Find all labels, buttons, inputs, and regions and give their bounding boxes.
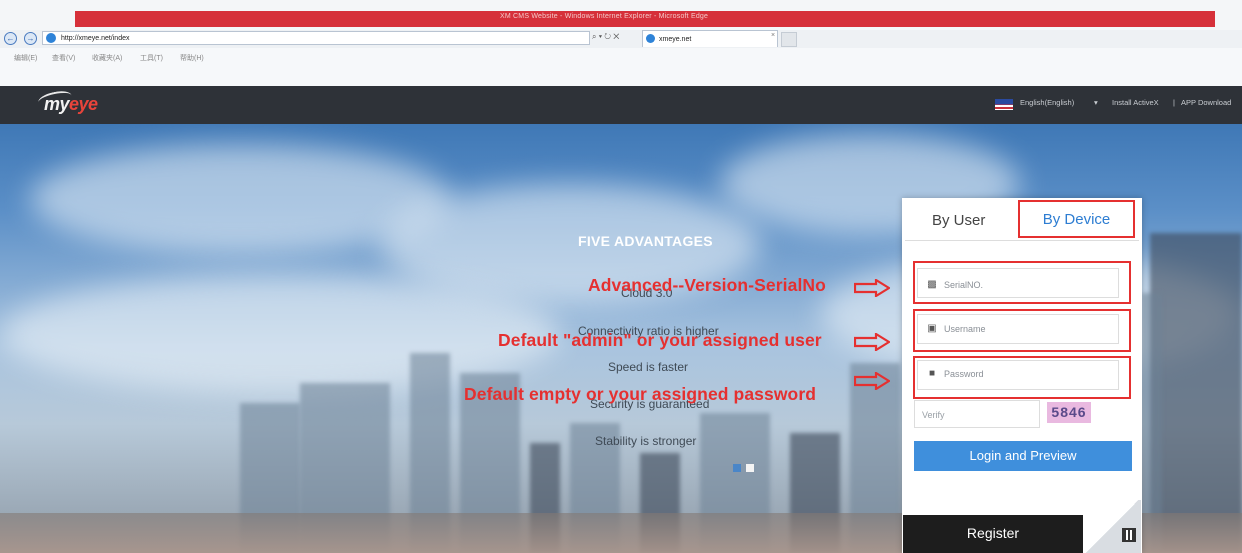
menu-item-favorites[interactable]: 收藏夹(A) [92,53,122,63]
ie-icon [46,33,56,43]
address-controls[interactable]: ⌕ ▾ ↻ ✕ [592,32,619,42]
advantages-title: FIVE ADVANTAGES [578,233,713,249]
arrow-right-icon [854,279,890,297]
login-and-preview-button[interactable]: Login and Preview [914,441,1132,471]
tab-close-icon[interactable]: × [771,32,775,39]
arrow-right-icon [854,333,890,351]
carousel-dot-active[interactable] [733,464,741,472]
device-icon: ▩ [927,279,937,290]
tab-favicon-icon [646,34,655,43]
menu-item-edit[interactable]: 编辑(E) [14,53,37,63]
arrow-right-icon [854,372,890,390]
menu-item-view[interactable]: 查看(V) [52,53,75,63]
tab-by-device[interactable]: By Device [1018,200,1135,238]
password-placeholder: Password [944,369,984,379]
browser-tab[interactable]: xmeye.net [642,30,778,47]
us-flag-icon [995,99,1013,110]
qr-corner[interactable] [1083,500,1141,553]
back-icon[interactable]: ← [4,32,17,45]
verify-placeholder: Verify [922,410,945,420]
header-separator: | [1173,98,1175,107]
lock-icon: ■ [928,368,936,379]
language-select[interactable]: English(English) [1020,98,1074,107]
serial-placeholder: SerialNO. [944,280,984,290]
menu-item-tools[interactable]: 工具(T) [140,53,163,63]
advantage-item: Stability is stronger [595,434,697,448]
install-activex-link[interactable]: Install ActiveX [1112,98,1159,107]
tab-by-user[interactable]: By User [932,212,985,229]
tab-divider [905,240,1139,241]
logo-prefix: my [44,94,70,114]
carousel-dot[interactable] [746,464,754,472]
menu-item-help[interactable]: 帮助(H) [180,53,204,63]
user-icon: ▣ [927,323,937,334]
annotation-username: Default "admin" or your assigned user [498,330,822,350]
chevron-down-icon[interactable]: ▾ [1094,98,1098,107]
username-placeholder: Username [944,324,986,334]
captcha-image[interactable]: 5846 [1047,402,1091,423]
annotation-serial: Advanced--Version-SerialNo [588,275,826,295]
logo[interactable]: myeye [44,94,98,115]
qr-code-icon[interactable] [1122,528,1136,542]
window-title: XM CMS Website - Windows Internet Explor… [500,13,709,20]
address-input[interactable]: http://xmeye.net/index [42,31,590,45]
register-button[interactable]: Register [903,515,1083,553]
annotation-password: Default empty or your assigned password [464,384,817,404]
forward-icon[interactable]: → [24,32,37,45]
advantage-item: Speed is faster [608,360,689,374]
new-tab-button[interactable] [781,32,797,47]
app-download-link[interactable]: APP Download [1181,98,1231,107]
logo-suffix: eye [69,94,98,114]
